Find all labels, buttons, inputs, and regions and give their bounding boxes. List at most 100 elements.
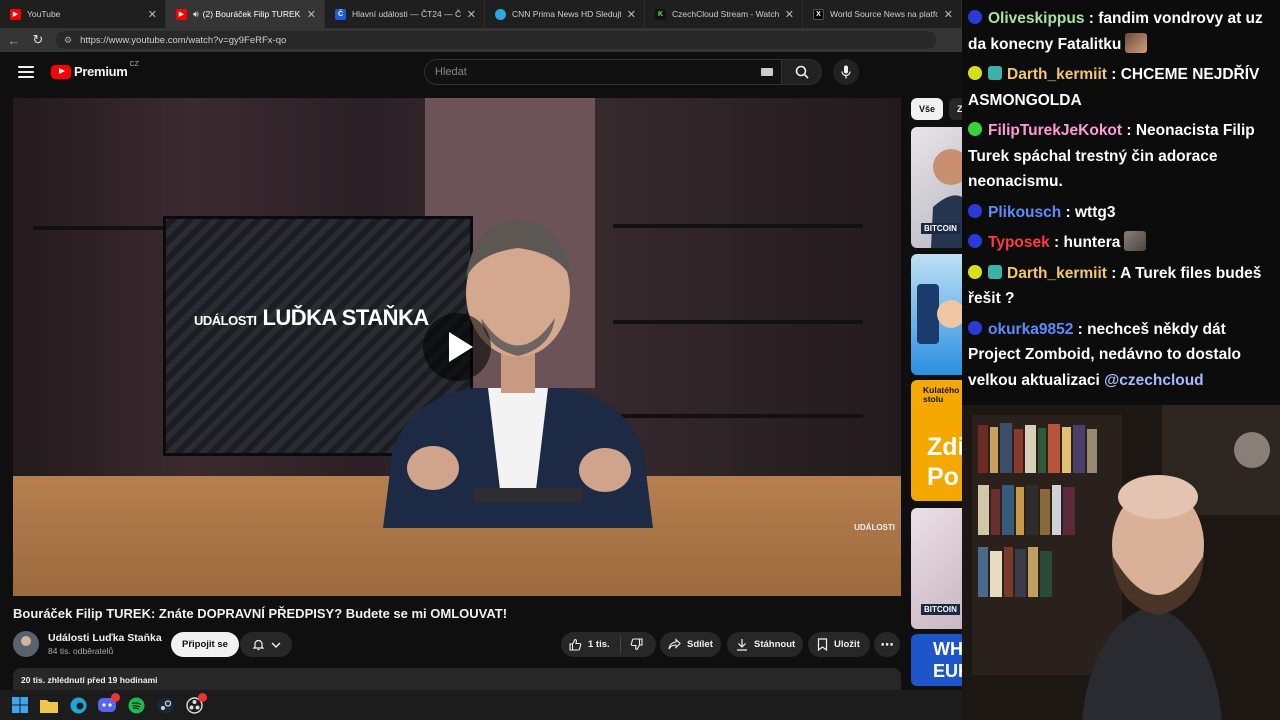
like-count: 1 tis. bbox=[588, 639, 610, 650]
filter-chips: Vše Z bbox=[911, 98, 962, 120]
url-text: https://www.youtube.com/watch?v=gy9FeRFx… bbox=[80, 34, 287, 46]
thumbnail-label: BITCOIN bbox=[921, 604, 960, 615]
chat-username: Darth_kermiit bbox=[1007, 264, 1107, 282]
speaker-icon[interactable]: 🔊︎ bbox=[193, 9, 199, 20]
stream-chat-overlay: Oliveskippus : fandim vondrovy at uz da … bbox=[962, 0, 1280, 405]
tab-label: World Source News na platformě bbox=[830, 9, 938, 19]
channel-name[interactable]: Události Luďka Staňka bbox=[48, 632, 162, 644]
voice-search-button[interactable] bbox=[833, 59, 859, 85]
youtube-play-logo-icon bbox=[51, 64, 71, 79]
chip-all[interactable]: Vše bbox=[911, 98, 944, 120]
recommended-thumbnail[interactable]: BITCOIN bbox=[911, 127, 962, 248]
share-icon bbox=[668, 638, 681, 650]
more-actions-button[interactable]: ⋯ bbox=[874, 632, 900, 657]
file-explorer-icon[interactable] bbox=[39, 695, 59, 715]
chat-mention: @czechcloud bbox=[1104, 371, 1204, 389]
chat-message: Oliveskippus : fandim vondrovy at uz da … bbox=[968, 10, 1263, 53]
thumbnail-label: Kulatého stolu bbox=[923, 385, 960, 404]
youtube-favicon-icon: ▶ bbox=[176, 8, 187, 20]
url-field[interactable]: ⚙ https://www.youtube.com/watch?v=gy9FeR… bbox=[56, 31, 936, 49]
tab-cnn-prima[interactable]: CNN Prima News HD Sledujte na ✕ bbox=[485, 0, 645, 28]
save-button[interactable]: Uložit bbox=[808, 632, 870, 657]
search-button[interactable] bbox=[782, 59, 822, 85]
thumbnail-label: WH EUR bbox=[933, 639, 962, 681]
youtube-header: Premium CZ Hledat bbox=[0, 52, 962, 92]
notification-badge bbox=[111, 693, 120, 702]
description-box[interactable]: 20 tis. zhlédnutí před 19 hodinami bbox=[13, 668, 901, 690]
menu-hamburger-icon[interactable] bbox=[18, 66, 34, 78]
chat-username: Oliveskippus bbox=[988, 10, 1085, 27]
chat-username: okurka9852 bbox=[988, 320, 1074, 338]
steam-icon[interactable] bbox=[155, 695, 175, 715]
windows-start-icon[interactable] bbox=[10, 695, 30, 715]
chat-message: Darth_kermiit : CHCEME NEJDŘÍV ASMONGOLD… bbox=[968, 66, 1260, 109]
emote-icon bbox=[1124, 231, 1147, 251]
user-badge-icon bbox=[968, 122, 982, 136]
video-title: Bouráček Filip TUREK: Znáte DOPRAVNÍ PŘE… bbox=[13, 606, 508, 621]
recording-badge bbox=[198, 693, 207, 702]
close-tab-icon[interactable]: ✕ bbox=[467, 8, 476, 21]
reload-icon[interactable]: ↻ bbox=[26, 28, 50, 52]
close-tab-icon[interactable]: ✕ bbox=[944, 8, 953, 21]
keyboard-icon[interactable] bbox=[761, 68, 773, 76]
close-tab-icon[interactable]: ✕ bbox=[307, 8, 316, 21]
chat-message: okurka9852 : nechceš někdy dát Project Z… bbox=[968, 320, 1241, 389]
dislike-button[interactable] bbox=[621, 638, 643, 651]
chat-message: Plikousch : wttg3 bbox=[968, 200, 1272, 226]
channel-avatar[interactable] bbox=[13, 631, 39, 657]
thumbnail-label: BITCOIN bbox=[921, 223, 960, 234]
x-favicon-icon: X bbox=[813, 8, 824, 20]
recommended-thumbnail[interactable] bbox=[911, 254, 962, 375]
tab-ct24[interactable]: Č Hlavní události — ČT24 — Česká ✕ bbox=[325, 0, 485, 28]
tab-label: (2) Bouráček Filip TUREK: Znát bbox=[202, 9, 301, 19]
subscriber-badge-icon bbox=[988, 264, 1002, 279]
close-tab-icon[interactable]: ✕ bbox=[785, 8, 794, 21]
tab-world-source-news[interactable]: X World Source News na platformě ✕ bbox=[803, 0, 962, 28]
obs-icon[interactable] bbox=[184, 693, 207, 715]
chat-username: Typosek bbox=[988, 234, 1050, 251]
search-icon bbox=[795, 65, 809, 79]
chat-message: Darth_kermiit : A Turek files budeš řeši… bbox=[968, 264, 1262, 307]
share-button[interactable]: Sdílet bbox=[660, 632, 721, 657]
close-tab-icon[interactable]: ✕ bbox=[627, 8, 636, 21]
tab-czechcloud-stream[interactable]: K CzechCloud Stream - Watch Live o ✕ bbox=[645, 0, 803, 28]
like-dislike-group: 1 tis. bbox=[561, 632, 656, 657]
youtube-favicon-icon: ▶ bbox=[10, 8, 21, 20]
bell-icon bbox=[252, 639, 264, 651]
play-button[interactable] bbox=[423, 313, 491, 381]
browser-tab-strip: ▶ YouTube ✕ ▶ 🔊︎ (2) Bouráček Filip TURE… bbox=[0, 0, 962, 28]
tab-youtube[interactable]: ▶ YouTube ✕ bbox=[0, 0, 166, 28]
thumbs-down-icon bbox=[630, 638, 643, 651]
tab-video-active[interactable]: ▶ 🔊︎ (2) Bouráček Filip TUREK: Znát ✕ bbox=[166, 0, 325, 28]
globe-favicon-icon bbox=[495, 8, 506, 20]
recommended-thumbnail[interactable]: Kulatého stolu Zdi Po bbox=[911, 380, 962, 501]
video-player[interactable]: UDÁLOSTI LUĎKA STAŇKA UDÁLOSTI bbox=[13, 98, 901, 596]
chip-partial[interactable]: Z bbox=[949, 98, 962, 120]
video-watermark: UDÁLOSTI bbox=[854, 523, 895, 532]
download-button[interactable]: Stáhnout bbox=[727, 632, 803, 657]
youtube-premium-logo[interactable]: Premium CZ bbox=[51, 61, 139, 79]
tab-label: CzechCloud Stream - Watch Live o bbox=[672, 9, 779, 19]
chevron-down-icon bbox=[271, 642, 280, 648]
tab-label: CNN Prima News HD Sledujte na bbox=[512, 9, 621, 19]
edge-browser-icon[interactable] bbox=[68, 695, 88, 715]
back-arrow-icon[interactable]: ← bbox=[2, 28, 26, 52]
notifications-button[interactable] bbox=[240, 632, 292, 657]
chat-text: huntera bbox=[1063, 234, 1121, 251]
user-badge-icon bbox=[968, 320, 982, 335]
recommended-thumbnail[interactable]: WH EUR bbox=[911, 634, 962, 686]
address-bar: ← ↻ ⚙ https://www.youtube.com/watch?v=gy… bbox=[0, 28, 962, 52]
chat-username: FilipTurekJeKokot bbox=[988, 122, 1123, 139]
download-icon bbox=[737, 639, 747, 651]
bookmark-icon bbox=[817, 638, 828, 651]
site-info-icon[interactable]: ⚙ bbox=[64, 35, 72, 46]
like-button[interactable]: 1 tis. bbox=[569, 636, 621, 653]
search-input[interactable]: Hledat bbox=[424, 59, 782, 85]
download-label: Stáhnout bbox=[754, 639, 796, 650]
discord-icon[interactable] bbox=[97, 693, 120, 715]
thumbnail-label: Zdi Po bbox=[927, 433, 962, 491]
join-button[interactable]: Připojit se bbox=[171, 632, 239, 657]
close-tab-icon[interactable]: ✕ bbox=[148, 8, 157, 21]
recommended-thumbnail[interactable]: BITCOIN bbox=[911, 508, 962, 629]
spotify-icon[interactable] bbox=[126, 695, 146, 715]
